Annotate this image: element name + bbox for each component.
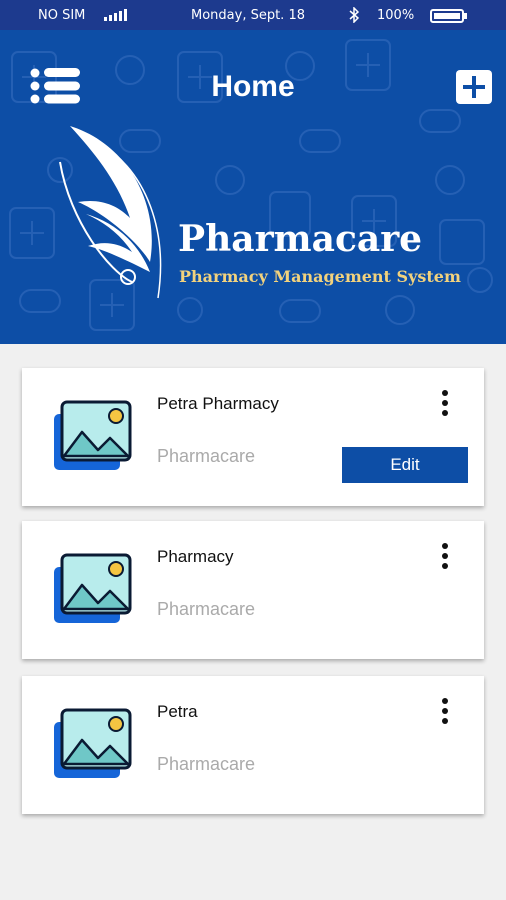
more-vertical-icon-dot (442, 390, 448, 396)
signal-icon (104, 9, 127, 21)
pharmacy-card[interactable]: Pharmacy Pharmacare (22, 521, 484, 659)
image-icon (54, 400, 132, 470)
more-options-button[interactable] (436, 543, 454, 577)
pharmacy-card[interactable]: Petra Pharmacare (22, 676, 484, 814)
carrier-label: NO SIM (38, 8, 86, 23)
pharmacy-subtitle: Pharmacare (157, 754, 256, 774)
status-date: Monday, Sept. 18 (191, 8, 305, 23)
pharmacy-name: Petra Pharmacy (157, 394, 279, 413)
more-vertical-icon-dot (442, 698, 448, 704)
add-button[interactable] (456, 70, 492, 104)
more-vertical-icon-dot (442, 718, 448, 724)
pharmacy-name: Petra (157, 702, 198, 721)
more-options-button[interactable] (436, 390, 454, 424)
pharmacy-subtitle: Pharmacare (157, 599, 256, 619)
more-options-button[interactable] (436, 698, 454, 732)
brand-tagline: Pharmacy Management System (179, 267, 461, 286)
battery-icon (430, 9, 467, 23)
plus-icon (463, 76, 485, 98)
image-icon (54, 708, 132, 778)
pharmacy-subtitle: Pharmacare (157, 446, 256, 466)
more-vertical-icon-dot (442, 400, 448, 406)
header-banner: Home Pharmacare Pharmacy Management Syst… (0, 30, 506, 344)
page-title: Home (211, 70, 295, 103)
pharmacy-card[interactable]: Petra Pharmacy Pharmacare Edit (22, 368, 484, 506)
image-icon (54, 553, 132, 623)
edit-button[interactable]: Edit (342, 447, 468, 483)
bluetooth-icon (349, 7, 359, 23)
more-vertical-icon-dot (442, 543, 448, 549)
pharmacare-logo-icon (59, 126, 162, 299)
battery-percentage: 100% (377, 8, 415, 23)
more-vertical-icon-dot (442, 410, 448, 416)
pharmacy-name: Pharmacy (157, 547, 234, 566)
more-vertical-icon-dot (442, 708, 448, 714)
brand-name: Pharmacare (178, 218, 423, 260)
more-vertical-icon-dot (442, 563, 448, 569)
status-bar: NO SIM Monday, Sept. 18 100% (0, 0, 506, 30)
more-vertical-icon-dot (442, 553, 448, 559)
